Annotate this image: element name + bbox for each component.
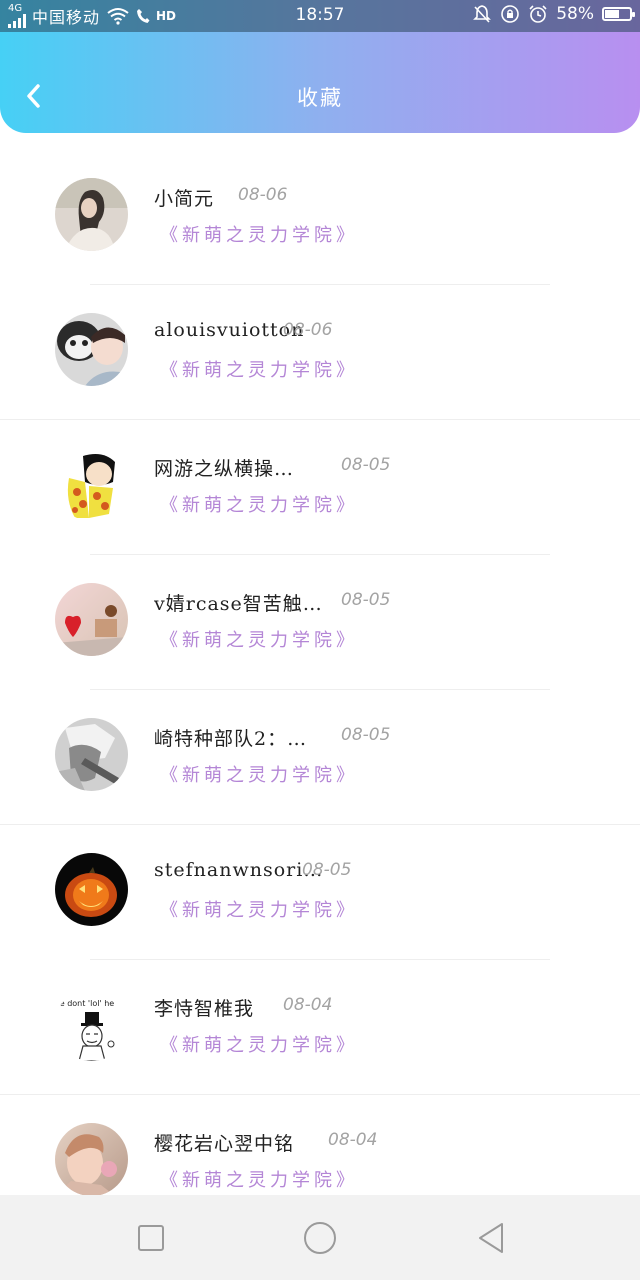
favorite-date: 08-06 <box>238 185 288 205</box>
alarm-icon <box>529 5 547 23</box>
favorites-list: 小简元 08-06 《新萌之灵力学院》 alouisvuiotton 08-06… <box>0 150 640 1230</box>
triangle-back-icon[interactable] <box>470 1218 510 1258</box>
favorite-item[interactable]: 网游之纵横操… 08-05 《新萌之灵力学院》 <box>0 420 640 555</box>
favorite-item[interactable]: stefnanwnsoricci 08-05 《新萌之灵力学院》 <box>0 825 640 960</box>
user-name: 李恃智椎我 <box>154 998 255 1020</box>
user-name: alouisvuiotton <box>154 319 305 341</box>
avatar-caption: ve dont 'lol' he <box>55 999 114 1008</box>
status-bar: 4G 中国移动 HD 18:57 58% <box>0 0 640 32</box>
favorite-date: 08-05 <box>302 860 352 880</box>
favorite-item[interactable]: v婧rcase智苦触… 08-05 《新萌之灵力学院》 <box>0 555 640 690</box>
user-avatar[interactable] <box>55 583 128 656</box>
favorite-item[interactable]: 崎特种部队2：… 08-05 《新萌之灵力学院》 <box>0 690 640 825</box>
book-title[interactable]: 《新萌之灵力学院》 <box>160 626 358 652</box>
battery-icon <box>602 7 635 21</box>
user-avatar[interactable] <box>55 313 128 386</box>
mute-bell-icon <box>473 5 492 23</box>
book-title[interactable]: 《新萌之灵力学院》 <box>160 896 358 922</box>
book-title[interactable]: 《新萌之灵力学院》 <box>160 356 358 382</box>
user-name: 樱花岩心翌中铭 <box>154 1133 295 1155</box>
favorite-date: 08-04 <box>328 1130 378 1150</box>
favorite-date: 08-05 <box>341 725 391 745</box>
user-avatar[interactable] <box>55 1123 128 1196</box>
user-name: 小简元 <box>154 188 215 210</box>
app-header: 4G 中国移动 HD 18:57 58% 收藏 <box>0 0 640 133</box>
favorite-date: 08-06 <box>283 320 333 340</box>
square-recents-icon[interactable] <box>131 1218 171 1258</box>
favorite-date: 08-04 <box>283 995 333 1015</box>
user-avatar[interactable] <box>55 718 128 791</box>
book-title[interactable]: 《新萌之灵力学院》 <box>160 221 358 247</box>
user-avatar[interactable] <box>55 178 128 251</box>
favorite-item[interactable]: 小简元 08-06 《新萌之灵力学院》 <box>0 150 640 285</box>
favorite-date: 08-05 <box>341 455 391 475</box>
user-avatar[interactable]: ve dont 'lol' he <box>55 988 128 1061</box>
user-avatar[interactable] <box>55 448 128 521</box>
user-name: 崎特种部队2：… <box>154 728 308 750</box>
book-title[interactable]: 《新萌之灵力学院》 <box>160 1166 358 1192</box>
rotation-lock-icon <box>501 5 520 23</box>
page-title: 收藏 <box>297 86 343 110</box>
book-title[interactable]: 《新萌之灵力学院》 <box>160 491 358 517</box>
system-nav-bar <box>0 1195 640 1280</box>
favorite-date: 08-05 <box>341 590 391 610</box>
user-avatar[interactable] <box>55 853 128 926</box>
battery-percent: 58% <box>556 4 594 24</box>
favorite-item[interactable]: ve dont 'lol' he 李恃智椎我 08-04 《新萌之灵力学院》 <box>0 960 640 1095</box>
user-name: v婧rcase智苦触… <box>154 593 323 615</box>
book-title[interactable]: 《新萌之灵力学院》 <box>160 1031 358 1057</box>
book-title[interactable]: 《新萌之灵力学院》 <box>160 761 358 787</box>
user-name: 网游之纵横操… <box>154 458 295 480</box>
favorite-item[interactable]: alouisvuiotton 08-06 《新萌之灵力学院》 <box>0 285 640 420</box>
circle-home-icon[interactable] <box>300 1218 340 1258</box>
